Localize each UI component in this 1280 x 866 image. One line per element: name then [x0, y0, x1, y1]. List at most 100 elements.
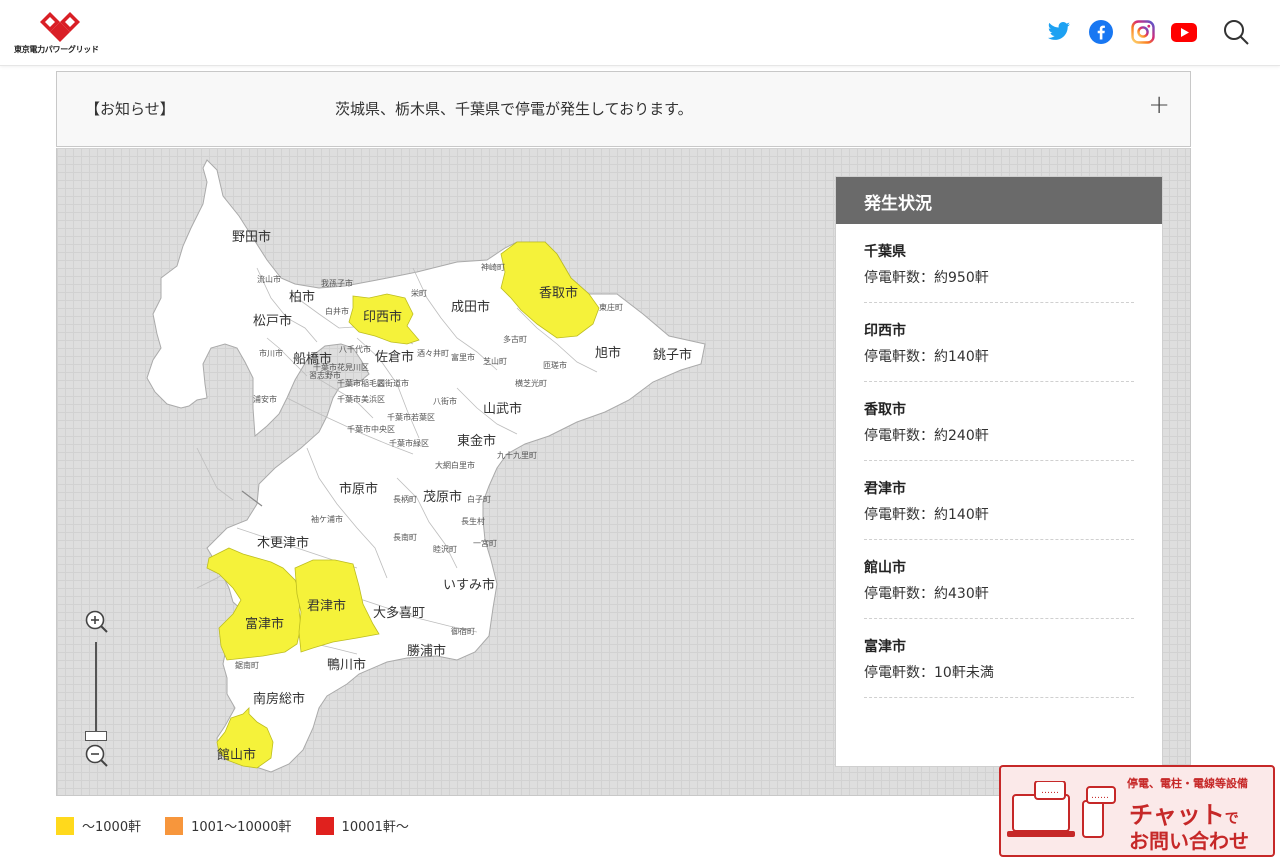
legend-swatch-yellow — [56, 816, 74, 835]
status-area-name: 印西市 — [864, 323, 906, 339]
zoom-out-icon[interactable] — [83, 742, 111, 770]
town-label: 白井市 — [325, 307, 349, 316]
town-label: 栄町 — [411, 289, 427, 298]
city-label-sakura: 佐倉市 — [375, 350, 415, 365]
city-label-noda: 野田市 — [232, 230, 272, 245]
legend-item: 1001～10000軒 — [165, 816, 292, 835]
legend-label: ～1000軒 — [82, 820, 142, 835]
town-label: 市川市 — [259, 349, 283, 358]
chat-devices-icon: …… …… — [1007, 781, 1116, 838]
svg-text:……: …… — [1091, 791, 1109, 801]
status-outage-count: 停電軒数：約140軒 — [864, 349, 989, 365]
city-label-kashiwa: 柏市 — [289, 290, 316, 305]
town-label: 千葉市緑区 — [389, 439, 429, 448]
city-label-sammu: 山武市 — [483, 402, 523, 417]
city-label-otaki: 大多喜町 — [373, 606, 426, 621]
town-label: 横芝光町 — [515, 379, 547, 388]
legend-swatch-orange — [165, 816, 184, 835]
logo-mark-icon — [40, 12, 80, 42]
notice-label: 【お知らせ】 — [85, 100, 175, 118]
town-label: 芝山町 — [483, 357, 507, 366]
town-label: 睦沢町 — [433, 545, 457, 554]
city-label-kamogawa: 鴨川市 — [327, 658, 367, 673]
site-header: 東京電力パワーグリッド — [0, 0, 1280, 66]
town-label: 東庄町 — [599, 303, 623, 312]
town-label: 長柄町 — [393, 495, 417, 504]
city-label-minamiboso: 南房総市 — [253, 692, 306, 707]
status-outage-count: 停電軒数：約240軒 — [864, 428, 989, 444]
chat-inquiry-banner[interactable]: …… …… 停電、電柱・電線等設備 チャットで お問い合わせ — [999, 765, 1275, 857]
town-label: 長南町 — [393, 533, 417, 542]
town-label: 鋸南町 — [235, 661, 259, 670]
town-label: 白子町 — [467, 495, 491, 504]
city-label-asahi: 旭市 — [595, 346, 622, 361]
status-item: 印西市 停電軒数：約140軒 — [864, 303, 1134, 382]
town-label: 富里市 — [451, 353, 475, 362]
town-label: 千葉市中央区 — [347, 425, 395, 434]
chat-subtitle: 停電、電柱・電線等設備 — [1127, 777, 1248, 790]
zoom-slider-track[interactable] — [95, 642, 97, 738]
zoom-in-icon[interactable] — [83, 608, 111, 636]
city-label-mobara: 茂原市 — [423, 490, 463, 505]
status-area-name: 君津市 — [864, 481, 906, 497]
plus-icon[interactable]: + — [1148, 92, 1170, 118]
status-outage-count: 停電軒数：約140軒 — [864, 507, 989, 523]
town-label: 千葉市花見川区 — [313, 363, 369, 372]
status-outage-count: 停電軒数：約430軒 — [864, 586, 989, 602]
town-label: 神崎町 — [481, 263, 505, 272]
youtube-icon[interactable] — [1170, 18, 1198, 46]
status-list: 千葉県 停電軒数：約950軒 印西市 停電軒数：約140軒 香取市 停電軒数：約… — [836, 224, 1162, 698]
status-area-name: 富津市 — [864, 639, 906, 655]
status-item: 香取市 停電軒数：約240軒 — [864, 382, 1134, 461]
zoom-slider-handle[interactable] — [85, 731, 107, 741]
search-icon[interactable] — [1222, 18, 1250, 46]
town-label: 千葉市若葉区 — [387, 413, 435, 422]
twitter-icon[interactable] — [1045, 18, 1073, 46]
town-label: 匝瑳市 — [543, 361, 567, 370]
chiba-land — [146, 159, 706, 773]
town-label: 流山市 — [257, 275, 281, 284]
town-label: 大網白里市 — [435, 461, 475, 470]
city-label-futtsu: 富津市 — [245, 617, 285, 632]
city-label-inzai: 印西市 — [363, 310, 403, 325]
status-item: 千葉県 停電軒数：約950軒 — [864, 224, 1134, 303]
status-area-name: 香取市 — [864, 402, 906, 418]
city-label-isumi: いすみ市 — [443, 578, 496, 593]
town-label: 御宿町 — [451, 627, 475, 636]
status-outage-count: 停電軒数：約950軒 — [864, 270, 989, 286]
legend-label: 10001軒～ — [341, 820, 409, 835]
status-item: 富津市 停電軒数：10軒未満 — [864, 619, 1134, 698]
town-label: 酒々井町 — [417, 349, 449, 358]
town-label: 八千代市 — [339, 345, 371, 354]
city-label-kimitsu: 君津市 — [307, 599, 347, 614]
city-label-choshi: 銚子市 — [653, 348, 693, 363]
instagram-icon[interactable] — [1129, 18, 1157, 46]
status-area-name: 千葉県 — [864, 244, 906, 260]
status-item: 館山市 停電軒数：約430軒 — [864, 540, 1134, 619]
legend-label: 1001～10000軒 — [191, 820, 292, 835]
city-label-narita: 成田市 — [451, 300, 491, 315]
city-label-togane: 東金市 — [457, 434, 497, 449]
town-label: 一宮町 — [473, 539, 497, 548]
status-area-name: 館山市 — [864, 560, 906, 576]
company-logo[interactable]: 東京電力パワーグリッド — [14, 10, 110, 56]
legend-item: 10001軒～ — [315, 816, 409, 835]
town-label: 千葉市稲毛区 — [337, 379, 385, 388]
notice-bar[interactable]: 【お知らせ】 茨城県、栃木県、千葉県で停電が発生しております。 + — [56, 71, 1191, 147]
town-label: 長生村 — [461, 517, 485, 526]
legend-swatch-red — [315, 816, 334, 835]
city-label-katsuura: 勝浦市 — [407, 644, 447, 659]
logo-text: 東京電力パワーグリッド — [14, 45, 99, 54]
city-label-matsudo: 松戸市 — [253, 314, 293, 329]
town-label: 九十九里町 — [497, 451, 537, 460]
notice-text: 茨城県、栃木県、千葉県で停電が発生しております。 — [335, 100, 693, 118]
chat-line2: お問い合わせ — [1129, 829, 1249, 853]
status-outage-count: 停電軒数：10軒未満 — [864, 665, 994, 681]
facebook-icon[interactable] — [1087, 18, 1115, 46]
town-label: 八街市 — [433, 397, 457, 406]
city-label-kisarazu: 木更津市 — [257, 536, 310, 551]
city-label-ichihara: 市原市 — [339, 482, 379, 497]
status-panel-title: 発生状況 — [836, 177, 1162, 224]
map-legend: ～1000軒 1001～10000軒 10001軒～ — [56, 816, 433, 835]
status-item: 君津市 停電軒数：約140軒 — [864, 461, 1134, 540]
